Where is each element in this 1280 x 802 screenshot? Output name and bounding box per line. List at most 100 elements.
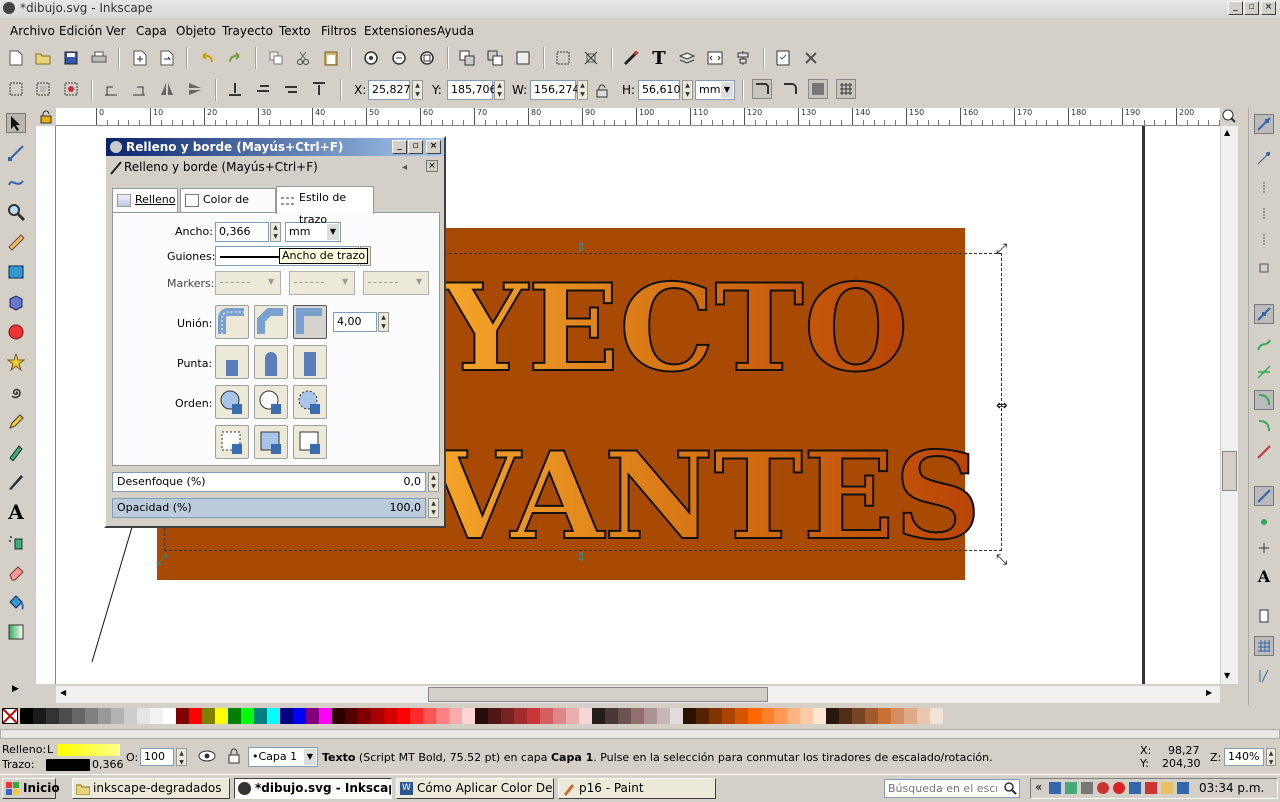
- lock-guides-icon[interactable]: [40, 110, 52, 127]
- rotate-ccw-icon[interactable]: [101, 79, 121, 99]
- mid-marker-select[interactable]: ▼: [289, 271, 355, 295]
- color-swatch[interactable]: [410, 708, 423, 724]
- menu-ayuda[interactable]: Ayuda: [437, 24, 474, 38]
- tray-app-icon[interactable]: [1129, 782, 1141, 794]
- color-swatch[interactable]: [423, 708, 436, 724]
- scroll-up-icon[interactable]: ▲: [1224, 128, 1230, 137]
- color-swatch[interactable]: [111, 708, 124, 724]
- maximize-button[interactable]: ▫: [1244, 1, 1259, 15]
- color-swatch[interactable]: [683, 708, 696, 724]
- menu-edicion[interactable]: Edición: [59, 24, 102, 38]
- order-stroke-markers-fill-button[interactable]: [293, 425, 327, 459]
- order-markers-stroke-fill-button[interactable]: [254, 425, 288, 459]
- blur-spinner[interactable]: ▲ ▼: [428, 472, 439, 492]
- color-swatch[interactable]: [189, 708, 202, 724]
- palette-scrollbar[interactable]: [0, 729, 1280, 739]
- scale-handle-top-right[interactable]: ⤢: [996, 241, 1007, 257]
- snap-smooth-nodes-icon[interactable]: [1254, 416, 1274, 436]
- dialog-minimize-button[interactable]: _: [392, 140, 407, 154]
- align-distribute-icon[interactable]: [733, 48, 753, 68]
- color-swatch[interactable]: [787, 708, 800, 724]
- 3d-box-tool-icon[interactable]: [6, 292, 26, 312]
- zoom-fit-icon[interactable]: [1222, 109, 1236, 126]
- y-input[interactable]: 185,706: [447, 80, 497, 100]
- tab-relleno[interactable]: Relleno: [112, 188, 178, 212]
- lower-icon[interactable]: [253, 79, 273, 99]
- color-swatch[interactable]: [137, 708, 150, 724]
- color-swatch[interactable]: [852, 708, 865, 724]
- tray-search-icon[interactable]: [1081, 782, 1093, 794]
- open-icon[interactable]: [33, 48, 53, 68]
- layer-select[interactable]: •Capa 1 ▼: [248, 747, 318, 767]
- redo-icon[interactable]: [225, 48, 245, 68]
- tray-gmail-icon[interactable]: [1113, 782, 1125, 794]
- align-icon[interactable]: [553, 48, 573, 68]
- horizontal-scroll-thumb[interactable]: [428, 687, 768, 702]
- color-swatch[interactable]: [228, 708, 241, 724]
- menu-trayecto[interactable]: Trayecto: [222, 24, 273, 38]
- ellipse-tool-icon[interactable]: [6, 322, 26, 342]
- color-swatch[interactable]: [761, 708, 774, 724]
- tray-monitor-icon[interactable]: [1177, 782, 1189, 794]
- select-all-icon[interactable]: [6, 79, 26, 99]
- zoom-page-icon[interactable]: [417, 48, 437, 68]
- opacity-input[interactable]: 100: [140, 748, 174, 766]
- snap-path-intersections-icon[interactable]: [1254, 362, 1274, 382]
- join-miter-button[interactable]: [215, 305, 249, 339]
- paint-bucket-tool-icon[interactable]: [6, 592, 26, 612]
- color-swatch[interactable]: [891, 708, 904, 724]
- color-swatch[interactable]: [280, 708, 293, 724]
- raise-top-icon[interactable]: [309, 79, 329, 99]
- snap-grids-icon[interactable]: [1254, 636, 1274, 656]
- import-icon[interactable]: [130, 48, 150, 68]
- color-swatch[interactable]: [345, 708, 358, 724]
- color-swatch[interactable]: [735, 708, 748, 724]
- color-swatch[interactable]: [865, 708, 878, 724]
- select-all-layers-icon[interactable]: [33, 79, 53, 99]
- color-swatch[interactable]: [254, 708, 267, 724]
- h-spinner[interactable]: ▲ ▼: [682, 80, 693, 100]
- desktop-search-input[interactable]: [885, 780, 997, 797]
- preferences-icon[interactable]: [801, 48, 821, 68]
- w-input[interactable]: 156,274: [530, 80, 580, 100]
- color-swatch[interactable]: [20, 708, 33, 724]
- toolbox-more-icon[interactable]: ▶: [12, 684, 19, 694]
- color-swatch[interactable]: [930, 708, 943, 724]
- snap-line-midpoints-icon[interactable]: [1254, 442, 1274, 462]
- color-swatch[interactable]: [124, 708, 137, 724]
- scroll-right-icon[interactable]: ▶: [1206, 688, 1212, 697]
- h-input[interactable]: 56,610: [638, 80, 681, 100]
- snap-guides-icon[interactable]: [1254, 666, 1274, 686]
- scale-handle-bottom[interactable]: ⇕: [576, 550, 586, 564]
- color-swatch[interactable]: [527, 708, 540, 724]
- color-swatch[interactable]: [774, 708, 787, 724]
- unit-select[interactable]: mm ▼: [695, 80, 735, 100]
- pen-tool-icon[interactable]: [6, 442, 26, 462]
- color-swatch[interactable]: [917, 708, 930, 724]
- selector-tool-icon[interactable]: [6, 113, 26, 133]
- transform-patterns-icon[interactable]: [836, 79, 856, 99]
- opacity-spinner[interactable]: ▲ ▼: [176, 748, 187, 766]
- scale-handle-bottom-right[interactable]: ⤡: [996, 552, 1007, 568]
- cap-round-button[interactable]: [254, 345, 288, 379]
- end-marker-select[interactable]: ▼: [363, 271, 429, 295]
- color-swatch[interactable]: [826, 708, 839, 724]
- color-swatch[interactable]: [358, 708, 371, 724]
- start-marker-select[interactable]: ▼: [215, 271, 281, 295]
- color-swatch[interactable]: [241, 708, 254, 724]
- star-tool-icon[interactable]: [6, 352, 26, 372]
- color-swatch[interactable]: [202, 708, 215, 724]
- color-swatch[interactable]: [85, 708, 98, 724]
- snap-bbox-midpoint-icon[interactable]: [1254, 230, 1274, 250]
- color-swatch[interactable]: [592, 708, 605, 724]
- task-inkscape-active[interactable]: *dibujo.svg - Inkscape: [234, 778, 392, 799]
- cap-butt-button[interactable]: [215, 345, 249, 379]
- color-swatch[interactable]: [59, 708, 72, 724]
- opacity-slider[interactable]: Opacidad (%) 100,0: [112, 498, 426, 518]
- color-swatch[interactable]: [72, 708, 85, 724]
- dialog-titlebar[interactable]: Relleno y borde (Mayús+Ctrl+F) _ ▫ ×: [106, 138, 444, 156]
- zoom-tool-icon[interactable]: [6, 202, 26, 222]
- group-icon[interactable]: [457, 48, 477, 68]
- color-swatch[interactable]: [904, 708, 917, 724]
- color-swatch[interactable]: [332, 708, 345, 724]
